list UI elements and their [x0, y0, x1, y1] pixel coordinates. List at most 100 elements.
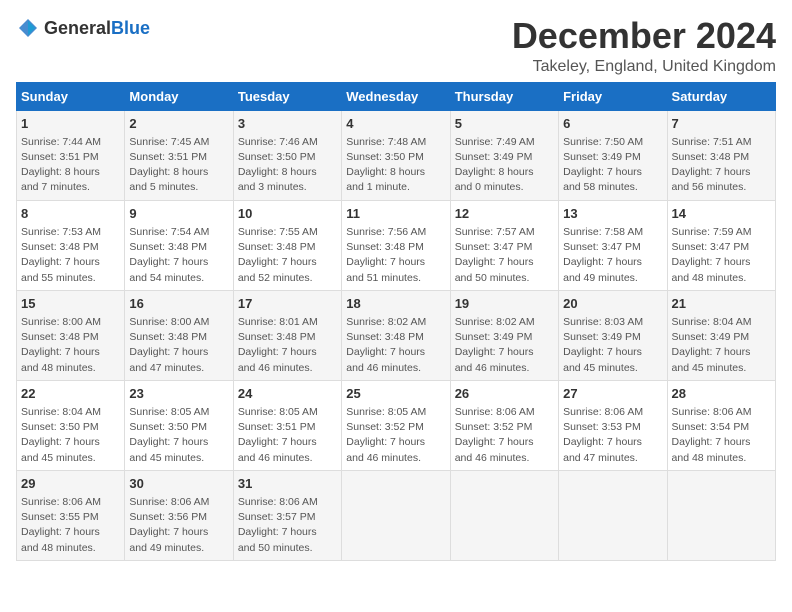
header-row: SundayMondayTuesdayWednesdayThursdayFrid…: [17, 82, 776, 110]
header: General Blue December 2024 Takeley, Engl…: [16, 16, 776, 76]
calendar-cell: 11 Sunrise: 7:56 AM Sunset: 3:48 PM Dayli…: [342, 200, 450, 290]
page-subtitle: Takeley, England, United Kingdom: [512, 58, 776, 76]
day-number: 13: [563, 205, 662, 223]
header-day-wednesday: Wednesday: [342, 82, 450, 110]
day-number: 10: [238, 205, 337, 223]
day-info: Sunrise: 8:02 AM Sunset: 3:48 PM Dayligh…: [346, 315, 445, 376]
day-info: Sunrise: 7:59 AM Sunset: 3:47 PM Dayligh…: [672, 225, 771, 286]
day-number: 24: [238, 385, 337, 403]
calendar-cell: 5 Sunrise: 7:49 AM Sunset: 3:49 PM Daylig…: [450, 110, 558, 200]
header-day-saturday: Saturday: [667, 82, 775, 110]
calendar-cell: 30Sunrise: 8:06 AM Sunset: 3:56 PM Dayli…: [125, 470, 233, 560]
calendar-cell: 10Sunrise: 7:55 AM Sunset: 3:48 PM Dayli…: [233, 200, 341, 290]
day-info: Sunrise: 8:06 AM Sunset: 3:55 PM Dayligh…: [21, 495, 120, 556]
calendar-cell: 4 Sunrise: 7:48 AM Sunset: 3:50 PM Daylig…: [342, 110, 450, 200]
calendar-cell: 24 Sunrise: 8:05 AM Sunset: 3:51 PM Dayli…: [233, 380, 341, 470]
calendar-cell: 3Sunrise: 7:46 AM Sunset: 3:50 PM Daylig…: [233, 110, 341, 200]
day-info: Sunrise: 8:06 AM Sunset: 3:53 PM Dayligh…: [563, 405, 662, 466]
day-info: Sunrise: 7:46 AM Sunset: 3:50 PM Dayligh…: [238, 135, 337, 196]
day-info: Sunrise: 8:05 AM Sunset: 3:50 PM Dayligh…: [129, 405, 228, 466]
calendar-cell: 22 Sunrise: 8:04 AM Sunset: 3:50 PM Dayli…: [17, 380, 125, 470]
calendar-cell: 16 Sunrise: 8:00 AM Sunset: 3:48 PM Dayli…: [125, 290, 233, 380]
day-info: Sunrise: 7:49 AM Sunset: 3:49 PM Dayligh…: [455, 135, 554, 196]
calendar-week-row: 22 Sunrise: 8:04 AM Sunset: 3:50 PM Dayli…: [17, 380, 776, 470]
day-info: Sunrise: 7:44 AM Sunset: 3:51 PM Dayligh…: [21, 135, 120, 196]
day-info: Sunrise: 7:56 AM Sunset: 3:48 PM Dayligh…: [346, 225, 445, 286]
day-number: 4: [346, 115, 445, 133]
header-day-sunday: Sunday: [17, 82, 125, 110]
day-number: 23: [129, 385, 228, 403]
day-info: Sunrise: 8:04 AM Sunset: 3:50 PM Dayligh…: [21, 405, 120, 466]
calendar-cell: 13Sunrise: 7:58 AM Sunset: 3:47 PM Dayli…: [559, 200, 667, 290]
day-number: 17: [238, 295, 337, 313]
calendar-cell: 2 Sunrise: 7:45 AM Sunset: 3:51 PM Daylig…: [125, 110, 233, 200]
title-area: December 2024 Takeley, England, United K…: [512, 16, 776, 76]
day-number: 16: [129, 295, 228, 313]
calendar-cell: [342, 470, 450, 560]
calendar-cell: 26Sunrise: 8:06 AM Sunset: 3:52 PM Dayli…: [450, 380, 558, 470]
day-number: 18: [346, 295, 445, 313]
calendar-cell: [559, 470, 667, 560]
calendar-cell: 6Sunrise: 7:50 AM Sunset: 3:49 PM Daylig…: [559, 110, 667, 200]
calendar-cell: 20Sunrise: 8:03 AM Sunset: 3:49 PM Dayli…: [559, 290, 667, 380]
calendar-week-row: 15Sunrise: 8:00 AM Sunset: 3:48 PM Dayli…: [17, 290, 776, 380]
day-info: Sunrise: 7:54 AM Sunset: 3:48 PM Dayligh…: [129, 225, 228, 286]
calendar-body: 1 Sunrise: 7:44 AM Sunset: 3:51 PM Daylig…: [17, 110, 776, 560]
day-info: Sunrise: 8:02 AM Sunset: 3:49 PM Dayligh…: [455, 315, 554, 376]
day-info: Sunrise: 8:01 AM Sunset: 3:48 PM Dayligh…: [238, 315, 337, 376]
calendar-header: SundayMondayTuesdayWednesdayThursdayFrid…: [17, 82, 776, 110]
day-number: 29: [21, 475, 120, 493]
header-day-thursday: Thursday: [450, 82, 558, 110]
day-info: Sunrise: 8:05 AM Sunset: 3:52 PM Dayligh…: [346, 405, 445, 466]
logo-blue: Blue: [111, 18, 150, 39]
day-info: Sunrise: 8:00 AM Sunset: 3:48 PM Dayligh…: [129, 315, 228, 376]
day-info: Sunrise: 7:48 AM Sunset: 3:50 PM Dayligh…: [346, 135, 445, 196]
day-info: Sunrise: 7:45 AM Sunset: 3:51 PM Dayligh…: [129, 135, 228, 196]
day-number: 14: [672, 205, 771, 223]
calendar-cell: [450, 470, 558, 560]
calendar-cell: 27 Sunrise: 8:06 AM Sunset: 3:53 PM Dayli…: [559, 380, 667, 470]
day-info: Sunrise: 7:50 AM Sunset: 3:49 PM Dayligh…: [563, 135, 662, 196]
day-number: 30: [129, 475, 228, 493]
day-number: 11: [346, 205, 445, 223]
calendar-cell: 1 Sunrise: 7:44 AM Sunset: 3:51 PM Daylig…: [17, 110, 125, 200]
day-number: 1: [21, 115, 120, 133]
day-number: 26: [455, 385, 554, 403]
header-day-friday: Friday: [559, 82, 667, 110]
day-number: 27: [563, 385, 662, 403]
day-number: 9: [129, 205, 228, 223]
day-number: 31: [238, 475, 337, 493]
calendar-cell: 17 Sunrise: 8:01 AM Sunset: 3:48 PM Dayli…: [233, 290, 341, 380]
calendar-cell: 23 Sunrise: 8:05 AM Sunset: 3:50 PM Dayli…: [125, 380, 233, 470]
day-number: 22: [21, 385, 120, 403]
calendar-cell: 15Sunrise: 8:00 AM Sunset: 3:48 PM Dayli…: [17, 290, 125, 380]
calendar-cell: 29 Sunrise: 8:06 AM Sunset: 3:55 PM Dayli…: [17, 470, 125, 560]
day-number: 25: [346, 385, 445, 403]
calendar-cell: 31Sunrise: 8:06 AM Sunset: 3:57 PM Dayli…: [233, 470, 341, 560]
logo: General Blue: [16, 16, 150, 40]
day-info: Sunrise: 7:51 AM Sunset: 3:48 PM Dayligh…: [672, 135, 771, 196]
day-number: 2: [129, 115, 228, 133]
day-number: 5: [455, 115, 554, 133]
day-number: 7: [672, 115, 771, 133]
calendar-cell: 28Sunrise: 8:06 AM Sunset: 3:54 PM Dayli…: [667, 380, 775, 470]
page-title: December 2024: [512, 16, 776, 56]
day-number: 21: [672, 295, 771, 313]
calendar-cell: 14 Sunrise: 7:59 AM Sunset: 3:47 PM Dayli…: [667, 200, 775, 290]
calendar-week-row: 8Sunrise: 7:53 AM Sunset: 3:48 PM Daylig…: [17, 200, 776, 290]
calendar-cell: 25 Sunrise: 8:05 AM Sunset: 3:52 PM Dayli…: [342, 380, 450, 470]
calendar-week-row: 29 Sunrise: 8:06 AM Sunset: 3:55 PM Dayli…: [17, 470, 776, 560]
logo-icon: [16, 16, 40, 40]
header-day-monday: Monday: [125, 82, 233, 110]
day-info: Sunrise: 7:53 AM Sunset: 3:48 PM Dayligh…: [21, 225, 120, 286]
calendar-cell: 12Sunrise: 7:57 AM Sunset: 3:47 PM Dayli…: [450, 200, 558, 290]
day-info: Sunrise: 8:00 AM Sunset: 3:48 PM Dayligh…: [21, 315, 120, 376]
day-info: Sunrise: 8:05 AM Sunset: 3:51 PM Dayligh…: [238, 405, 337, 466]
logo-general: General: [44, 18, 111, 39]
calendar-cell: 19Sunrise: 8:02 AM Sunset: 3:49 PM Dayli…: [450, 290, 558, 380]
calendar-table: SundayMondayTuesdayWednesdayThursdayFrid…: [16, 82, 776, 561]
calendar-cell: 18 Sunrise: 8:02 AM Sunset: 3:48 PM Dayli…: [342, 290, 450, 380]
day-number: 12: [455, 205, 554, 223]
calendar-cell: 21Sunrise: 8:04 AM Sunset: 3:49 PM Dayli…: [667, 290, 775, 380]
calendar-cell: 8Sunrise: 7:53 AM Sunset: 3:48 PM Daylig…: [17, 200, 125, 290]
